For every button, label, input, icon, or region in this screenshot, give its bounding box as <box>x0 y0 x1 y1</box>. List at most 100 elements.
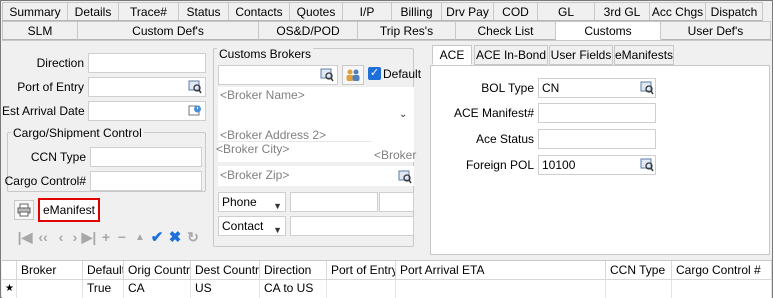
col-direction[interactable]: Direction <box>260 261 327 280</box>
default-checkbox[interactable]: ✓ <box>368 67 381 80</box>
delete-record-icon[interactable]: − <box>113 228 131 246</box>
col-port-arrival-eta[interactable]: Port Arrival ETA <box>396 261 606 280</box>
tab-3rd-gl[interactable]: 3rd GL <box>595 2 650 21</box>
tab-row-2: SLM Custom Def's OS&D/POD Trip Res's Che… <box>2 21 771 40</box>
est-arrival-date-label: Est Arrival Date <box>2 104 85 118</box>
cancel-x-icon[interactable]: ✖ <box>166 228 184 246</box>
tab-ip[interactable]: I/P <box>343 2 392 21</box>
ace-status-label: Ace Status <box>475 132 534 146</box>
cargo-group-title: Cargo/Shipment Control <box>11 126 144 140</box>
tab-contacts[interactable]: Contacts <box>229 2 290 21</box>
col-ccn-type[interactable]: CCN Type <box>606 261 672 280</box>
tab-quotes[interactable]: Quotes <box>290 2 343 21</box>
tab-user-defs[interactable]: User Def's <box>661 21 771 40</box>
tab-acc-chgs[interactable]: Acc Chgs <box>650 2 706 21</box>
tab-ace-in-bond[interactable]: ACE In-Bond <box>474 45 548 65</box>
last-record-icon[interactable]: ▶| <box>80 228 98 246</box>
direction-label: Direction <box>36 56 84 70</box>
contact-type-label: Contact <box>222 219 264 233</box>
tab-summary[interactable]: Summary <box>2 2 68 21</box>
cell-orig-country[interactable]: CA <box>124 280 191 298</box>
bol-type-label: BOL Type <box>481 81 534 95</box>
cell-cargo-control[interactable] <box>672 280 772 298</box>
cell-port-arrival-eta[interactable] <box>396 280 606 298</box>
cell-default[interactable]: True <box>83 280 124 298</box>
contact-field[interactable] <box>290 216 414 236</box>
tab-user-fields[interactable]: User Fields <box>549 45 613 65</box>
print-icon[interactable] <box>14 200 34 220</box>
cell-dest-country[interactable]: US <box>191 280 260 298</box>
tab-status[interactable]: Status <box>179 2 229 21</box>
col-port-of-entry[interactable]: Port of Entry <box>327 261 396 280</box>
col-broker[interactable]: Broker <box>17 261 83 280</box>
tab-gl[interactable]: GL <box>538 2 595 21</box>
contacts-people-icon[interactable] <box>342 65 364 85</box>
contact-type-select[interactable]: Contact ▼ <box>218 216 286 236</box>
ace-manifest-label: ACE Manifest# <box>453 106 534 120</box>
cargo-control-label: Cargo Control# <box>4 174 86 188</box>
direction-field[interactable] <box>88 53 206 73</box>
prev-page-icon[interactable]: ‹‹ <box>34 228 52 246</box>
tab-dispatch[interactable]: Dispatch <box>706 2 763 21</box>
calendar-clock-icon[interactable] <box>186 102 204 120</box>
tab-cod[interactable]: COD <box>494 2 538 21</box>
port-of-entry-label: Port of Entry <box>17 80 84 94</box>
customs-brokers-title: Customs Brokers <box>217 47 314 61</box>
phone-field[interactable] <box>290 192 378 212</box>
col-dest-country[interactable]: Dest Country <box>191 261 260 280</box>
broker-name-dropdown-icon[interactable]: ⌄ <box>399 109 407 120</box>
default-label: Default <box>383 67 422 81</box>
brokers-grid: Broker Default Orig Country Dest Country… <box>2 260 772 298</box>
tab-trip-res[interactable]: Trip Res's <box>358 21 456 40</box>
tab-drv-pay[interactable]: Drv Pay <box>442 2 494 21</box>
broker-name-placeholder: <Broker Name> <box>220 88 305 102</box>
tab-row-1: Summary Details Trace# Status Contacts Q… <box>2 2 763 21</box>
tab-customs[interactable]: Customs <box>556 21 661 40</box>
foreign-pol-label: Foreign POL <box>465 158 534 172</box>
cell-broker[interactable] <box>17 280 83 298</box>
phone-type-select[interactable]: Phone ▼ <box>218 192 286 212</box>
tab-billing[interactable]: Billing <box>392 2 442 21</box>
ccn-type-field[interactable] <box>90 147 202 167</box>
tab-trace[interactable]: Trace# <box>119 2 179 21</box>
phone-ext-field[interactable] <box>379 192 414 212</box>
tab-custom-defs[interactable]: Custom Def's <box>78 21 259 40</box>
window: Summary Details Trace# Status Contacts Q… <box>0 0 773 298</box>
chevron-down-icon: ▼ <box>273 225 282 235</box>
bol-lookup-icon[interactable] <box>638 79 656 97</box>
pol-lookup-icon[interactable] <box>638 156 656 174</box>
ace-status-field[interactable] <box>538 129 656 149</box>
broker-city-placeholder: <Broker City> <box>216 142 290 156</box>
cell-port-of-entry[interactable] <box>327 280 396 298</box>
col-default[interactable]: Default <box>83 261 124 280</box>
first-record-icon[interactable]: |◀ <box>16 228 34 246</box>
lookup-icon[interactable] <box>186 78 204 96</box>
chevron-down-icon: ▼ <box>273 201 282 211</box>
zip-lookup-icon[interactable] <box>396 168 414 186</box>
col-orig-country[interactable]: Orig Country <box>124 261 191 280</box>
new-row-star-icon: ★ <box>2 280 17 298</box>
cargo-control-field[interactable] <box>90 171 202 191</box>
tab-ace[interactable]: ACE <box>432 45 472 65</box>
tab-slm[interactable]: SLM <box>2 21 78 40</box>
broker-address-placeholder: <Broker Address 2> <box>220 128 327 142</box>
col-cargo-control[interactable]: Cargo Control # <box>672 261 772 280</box>
phone-type-label: Phone <box>222 195 257 209</box>
tab-details[interactable]: Details <box>68 2 119 21</box>
ace-manifest-field[interactable] <box>538 103 656 123</box>
customs-panel: Direction Port of Entry Est Arrival Date… <box>2 40 772 258</box>
cell-direction[interactable]: CA to US <box>260 280 327 298</box>
tab-osd-pod[interactable]: OS&D/POD <box>259 21 358 40</box>
emanifest-button[interactable]: eManifest <box>38 198 100 222</box>
row-indicator-header <box>2 261 17 280</box>
ccn-type-label: CCN Type <box>30 150 86 164</box>
tab-check-list[interactable]: Check List <box>456 21 556 40</box>
cell-ccn-type[interactable] <box>606 280 672 298</box>
post-check-icon[interactable]: ✔ <box>148 228 166 246</box>
edit-record-icon[interactable]: ▲ <box>131 228 149 246</box>
refresh-icon[interactable]: ↻ <box>184 228 202 246</box>
tab-emanifests[interactable]: eManifests <box>614 45 674 65</box>
broker-lookup-icon[interactable] <box>318 66 336 84</box>
broker-zip-placeholder: <Broker Zip> <box>220 168 290 182</box>
broker-extra-placeholder: <Broker <box>374 148 417 162</box>
